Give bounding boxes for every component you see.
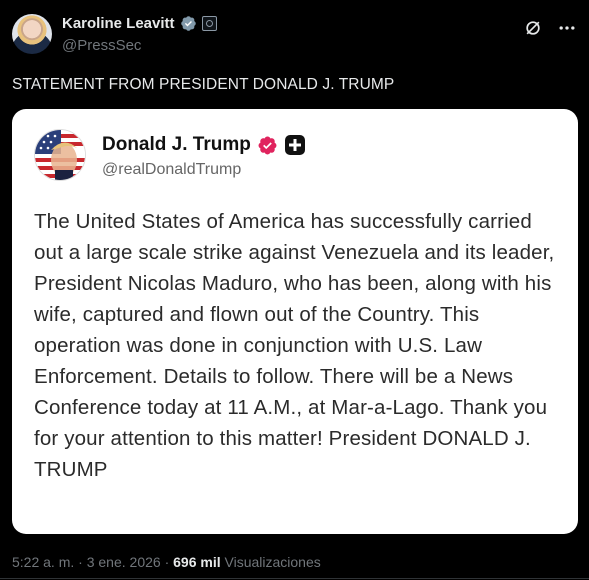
views-label: Visualizaciones	[224, 554, 321, 570]
embedded-verified-badge-icon	[257, 135, 278, 156]
post-actions	[523, 18, 577, 38]
post-text: STATEMENT FROM PRESIDENT DONALD J. TRUMP	[12, 76, 395, 93]
embedded-author-handle: @realDonaldTrump	[102, 161, 242, 178]
post-header: Karoline Leavitt @PressSec	[12, 14, 577, 58]
meta-separator-2: ·	[160, 554, 174, 570]
post-date[interactable]: 3 ene. 2026	[87, 554, 161, 570]
embedded-author-name: Donald J. Trump	[102, 134, 251, 155]
embedded-author-name-row: Donald J. Trump	[102, 134, 306, 156]
verified-badge-icon[interactable]	[180, 15, 197, 32]
more-options-icon[interactable]	[557, 18, 577, 38]
views-count: 696 mil	[173, 554, 221, 570]
author-name-row: Karoline Leavitt	[62, 15, 217, 32]
government-affiliation-icon[interactable]	[201, 16, 217, 31]
truth-social-plus-icon	[284, 134, 306, 156]
author-handle[interactable]: @PressSec	[62, 37, 141, 54]
author-display-name[interactable]: Karoline Leavitt	[62, 15, 175, 32]
divider	[0, 578, 589, 579]
post-time[interactable]: 5:22 a. m.	[12, 554, 74, 570]
meta-separator: ·	[74, 554, 87, 570]
author-avatar[interactable]	[12, 14, 52, 54]
post-meta: 5:22 a. m. · 3 ene. 2026 · 696 mil Visua…	[12, 554, 321, 570]
embedded-author-avatar	[34, 129, 86, 181]
embedded-post-body: The United States of America has success…	[34, 210, 555, 481]
embedded-image-card[interactable]: Donald J. Trump @realDonaldTrump The Uni…	[12, 109, 578, 534]
grok-icon[interactable]	[523, 18, 543, 38]
